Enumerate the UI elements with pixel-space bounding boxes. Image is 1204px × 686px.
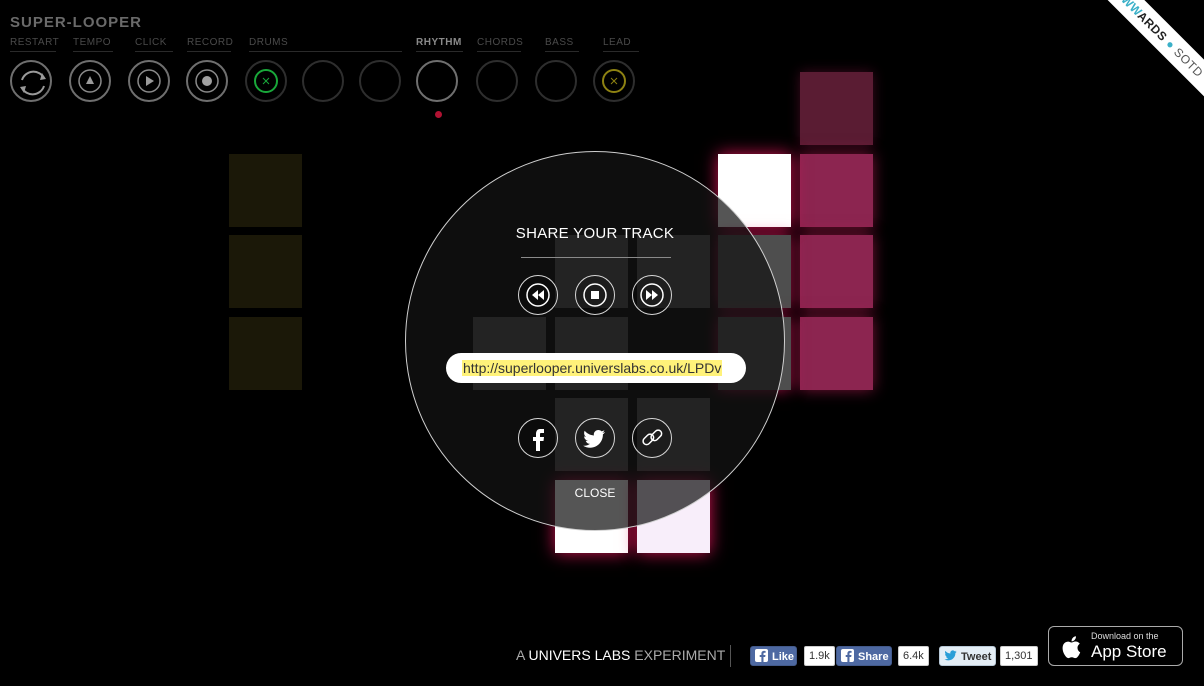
tempo-icon — [78, 69, 102, 93]
share-count: 6.4k — [898, 646, 929, 666]
footer-divider — [730, 645, 731, 667]
bass-label: BASS — [545, 37, 579, 52]
rewind-button[interactable] — [518, 275, 558, 315]
facebook-like-button[interactable]: Like — [750, 646, 797, 666]
facebook-icon — [841, 649, 854, 662]
tempo-label: TEMPO — [73, 37, 113, 52]
copy-link-button[interactable] — [632, 418, 672, 458]
rhythm-label: RHYTHM — [416, 37, 463, 52]
twitter-icon — [583, 430, 606, 448]
rhythm-knob[interactable] — [416, 60, 458, 102]
app-logo: SUPER-LOOPER — [10, 14, 143, 31]
record-button[interactable] — [186, 60, 228, 102]
loop-tile[interactable] — [800, 72, 873, 145]
chords-knob[interactable] — [476, 60, 518, 102]
tweet-count: 1,301 — [1000, 646, 1038, 666]
record-icon — [195, 69, 219, 93]
loop-tile[interactable] — [800, 235, 873, 308]
twitter-icon — [944, 650, 957, 661]
rewind-icon — [526, 283, 550, 307]
loop-tile[interactable] — [800, 154, 873, 227]
stop-icon — [583, 283, 607, 307]
footer-credit: A UNIVERS LABS EXPERIMENT — [516, 647, 725, 663]
modal-title: SHARE YOUR TRACK — [515, 225, 675, 242]
credit-brand[interactable]: UNIVERS LABS — [528, 647, 630, 663]
link-icon — [642, 429, 663, 446]
badge-sotd: SOTD — [1171, 45, 1204, 80]
drums-knob-1[interactable] — [245, 60, 287, 102]
loop-tile[interactable] — [229, 317, 302, 390]
click-label: CLICK — [135, 37, 173, 52]
share-url-text[interactable]: http://superlooper.universlabs.co.uk/LPD… — [462, 360, 723, 376]
play-icon — [137, 69, 161, 93]
record-label: RECORD — [187, 37, 233, 52]
twitter-share-button[interactable] — [575, 418, 615, 458]
like-label: Like — [772, 651, 795, 663]
like-count: 1.9k — [804, 646, 835, 666]
bass-knob[interactable] — [535, 60, 577, 102]
apple-icon — [1062, 636, 1081, 659]
loop-tile[interactable] — [229, 235, 302, 308]
drums-knob-2[interactable] — [302, 60, 344, 102]
facebook-share-footer-button[interactable]: Share — [836, 646, 892, 666]
stop-button[interactable] — [575, 275, 615, 315]
chords-label: CHORDS — [477, 37, 523, 52]
share-label: Share — [858, 651, 889, 663]
restart-button[interactable] — [10, 60, 52, 102]
mute-x-icon — [610, 77, 618, 85]
tweet-button[interactable]: Tweet — [939, 646, 996, 666]
tempo-button[interactable] — [69, 60, 111, 102]
click-button[interactable] — [128, 60, 170, 102]
app-store-badge[interactable]: Download on the App Store — [1048, 626, 1183, 666]
appstore-small-text: Download on the — [1091, 631, 1159, 641]
appstore-big-text: App Store — [1091, 642, 1167, 661]
loop-tile[interactable] — [229, 154, 302, 227]
restart-icon — [20, 70, 46, 96]
share-modal: SHARE YOUR TRACK http://superlooper.univ… — [405, 151, 785, 531]
tweet-label: Tweet — [961, 651, 992, 663]
credit-suffix: EXPERIMENT — [634, 647, 726, 663]
awwwards-sotd-ribbon[interactable]: AWWWARDS ● SOTD — [1085, 0, 1204, 99]
badge-ards: ARDS — [1134, 8, 1171, 45]
close-button[interactable]: CLOSE — [406, 486, 784, 500]
loop-tile[interactable] — [800, 317, 873, 390]
divider — [521, 257, 671, 258]
restart-label: RESTART — [10, 37, 59, 52]
fast-forward-button[interactable] — [632, 275, 672, 315]
active-indicator — [435, 111, 442, 118]
drums-label: DRUMS — [249, 37, 402, 52]
facebook-icon — [755, 649, 768, 662]
drums-knob-3[interactable] — [359, 60, 401, 102]
facebook-icon — [533, 429, 544, 451]
mute-x-icon — [262, 77, 270, 85]
credit-prefix: A — [516, 647, 525, 663]
fast-forward-icon — [640, 283, 664, 307]
lead-label: LEAD — [603, 37, 639, 52]
lead-knob[interactable] — [593, 60, 635, 102]
facebook-share-button[interactable] — [518, 418, 558, 458]
share-url-field[interactable]: http://superlooper.universlabs.co.uk/LPD… — [446, 353, 746, 383]
